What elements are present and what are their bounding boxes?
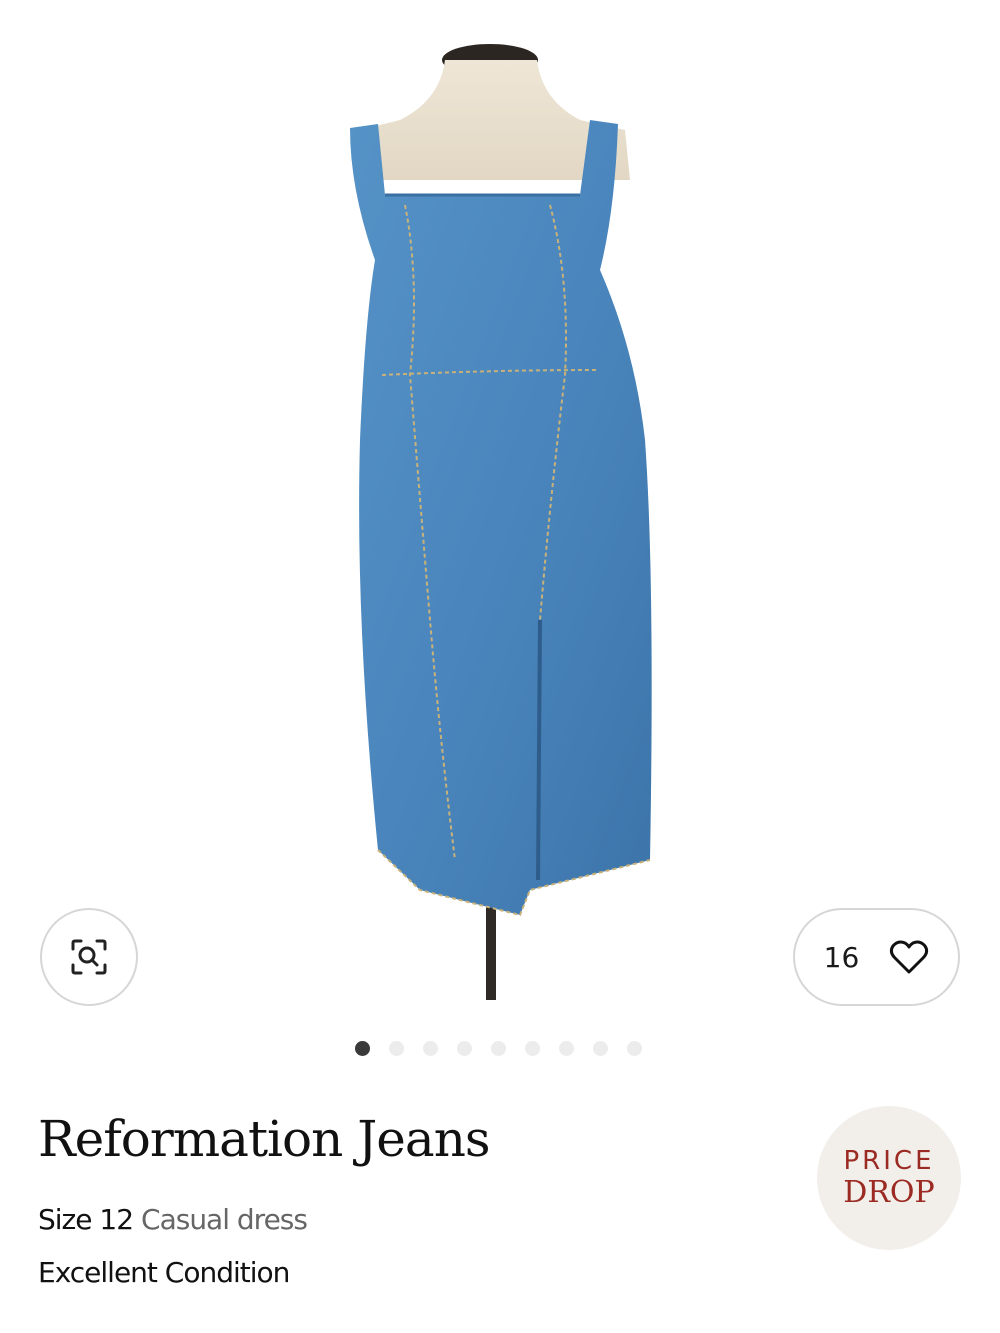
gallery-dot[interactable]	[491, 1041, 506, 1056]
product-size: Size 12	[38, 1203, 134, 1236]
badge-line-price: PRICE	[843, 1146, 935, 1176]
product-type: Casual dress	[141, 1203, 308, 1236]
product-brand-title: Reformation Jeans	[38, 1110, 491, 1168]
search-zoom-icon	[71, 939, 107, 975]
gallery-dot[interactable]	[525, 1041, 540, 1056]
gallery-dot[interactable]	[593, 1041, 608, 1056]
favorite-button[interactable]: 16	[793, 908, 960, 1006]
zoom-button[interactable]	[40, 908, 138, 1006]
product-condition: Excellent Condition	[38, 1256, 290, 1289]
favorite-count: 16	[823, 940, 860, 974]
gallery-dot[interactable]	[389, 1041, 404, 1056]
gallery-dot[interactable]	[457, 1041, 472, 1056]
gallery-dot[interactable]	[559, 1041, 574, 1056]
price-drop-badge: PRICE DROP	[817, 1106, 961, 1250]
gallery-dot[interactable]	[423, 1041, 438, 1056]
product-meta: Size 12 Casual dress	[38, 1203, 308, 1236]
gallery-dot[interactable]	[627, 1041, 642, 1056]
badge-line-drop: DROP	[843, 1175, 935, 1210]
product-image-gallery[interactable]: 16	[0, 0, 1000, 1030]
heart-icon	[890, 940, 929, 974]
gallery-dot[interactable]	[355, 1041, 370, 1056]
product-photo-denim-dress[interactable]	[250, 20, 750, 1010]
gallery-pagination[interactable]	[355, 1041, 642, 1056]
